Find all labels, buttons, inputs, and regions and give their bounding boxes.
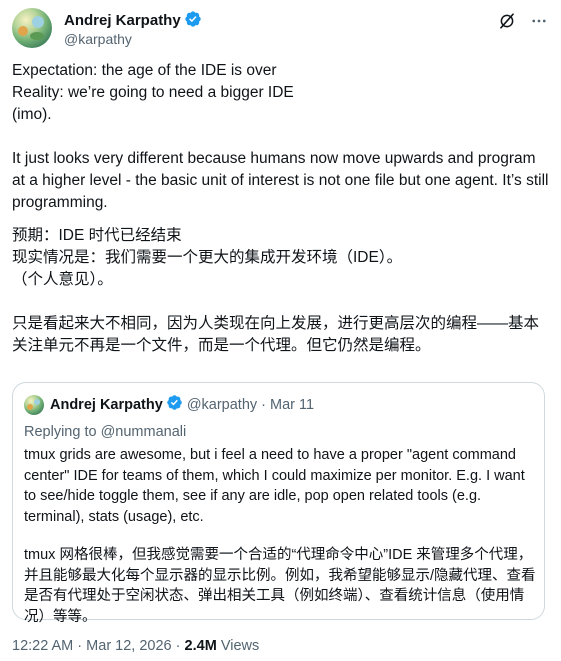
author-name[interactable]: Andrej Karpathy — [64, 12, 181, 29]
replying-to: Replying to @nummanali — [24, 424, 187, 440]
quoted-author-name: Andrej Karpathy — [50, 397, 163, 413]
views-count[interactable]: 2.4M — [185, 638, 217, 654]
verified-badge-icon — [166, 394, 183, 416]
tweet-paragraph: 只是看起来大不相同，因为人类现在向上发展，进行更高层次的编程——基本关注单元不再… — [12, 315, 540, 354]
tweet-paragraph: It just looks very different because hum… — [12, 150, 549, 211]
separator: · — [77, 638, 83, 654]
more-icon[interactable] — [529, 11, 549, 31]
tweet-line: 预期：IDE 时代已经结束 — [12, 227, 182, 244]
quoted-tweet[interactable]: Andrej Karpathy @karpathy · Mar 11 Reply… — [12, 382, 545, 625]
quoted-date: Mar 11 — [270, 397, 315, 413]
quoted-avatar — [24, 395, 44, 415]
tweet-line: Expectation: the age of the IDE is over — [12, 62, 277, 79]
quoted-paragraph: tmux grids are awesome, but i feel a nee… — [24, 447, 525, 525]
tweet-line: 现实情况是：我们需要一个更大的集成开发环境（IDE）。 — [12, 249, 403, 266]
tweet-line: (imo). — [12, 106, 52, 123]
verified-badge-icon — [184, 10, 202, 33]
header-actions — [497, 10, 549, 32]
separator: · — [175, 638, 181, 654]
tweet-footer: 12:22 AM · Mar 12, 2026 · 2.4M Views — [12, 637, 259, 655]
views-label: Views — [220, 638, 260, 654]
tweet-time[interactable]: 12:22 AM — [12, 638, 73, 654]
grok-icon[interactable] — [497, 11, 517, 31]
tweet-line: Reality: we’re going to need a bigger ID… — [12, 84, 294, 101]
avatar[interactable] — [12, 8, 52, 48]
tweet-date[interactable]: Mar 12, 2026 — [86, 638, 171, 654]
tweet-header: Andrej Karpathy @karpathy — [12, 8, 549, 48]
quoted-tweet-header: Andrej Karpathy @karpathy · Mar 11 — [24, 395, 314, 415]
tweet-text: Expectation: the age of the IDE is over … — [12, 60, 549, 357]
author-handle[interactable]: @karpathy — [64, 30, 132, 48]
quoted-tweet-text: tmux grids are awesome, but i feel a nee… — [24, 445, 539, 627]
separator: · — [261, 397, 266, 413]
quoted-author-handle: @karpathy — [186, 397, 258, 413]
tweet-line: （个人意见）。 — [12, 271, 113, 288]
quoted-paragraph: tmux 网格很棒，但我感觉需要一个合适的“代理命令中心”IDE 来管理多个代理… — [24, 547, 536, 625]
